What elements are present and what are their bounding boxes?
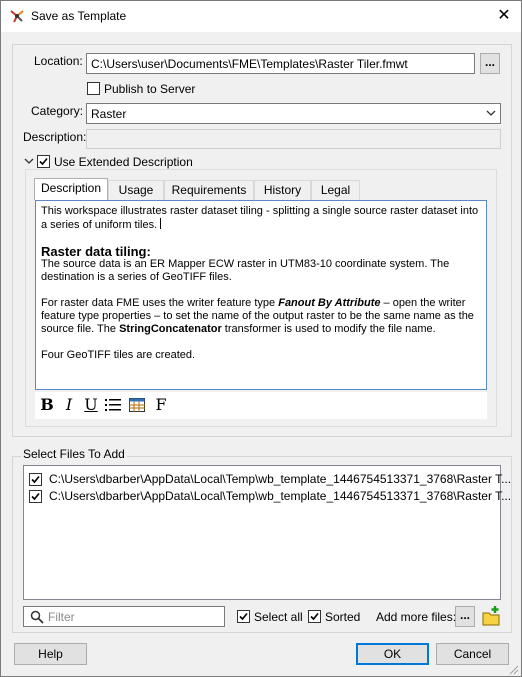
formatting-toolbar: B I U F [35,392,487,419]
close-icon[interactable]: ✕ [489,3,519,29]
checkmark-icon [31,475,40,484]
table-icon[interactable] [127,395,147,415]
use-extended-description-checkbox[interactable] [37,155,50,168]
ok-button-label: OK [383,647,402,661]
tab-usage[interactable]: Usage [108,180,164,200]
add-more-files-label: Add more files: [376,610,457,624]
description-paragraph-3: For raster data FME uses the writer feat… [41,297,481,336]
font-icon[interactable]: F [151,395,171,415]
description-heading: Raster data tiling: [41,244,151,259]
publish-to-server-checkbox[interactable] [87,82,100,95]
chevron-down-icon [486,110,496,116]
list-item[interactable]: C:\Users\dbarber\AppData\Local\Temp\wb_t… [27,471,511,489]
bullet-list-icon[interactable] [103,395,123,415]
cancel-button-label: Cancel [453,647,492,661]
help-button-label: Help [38,647,63,661]
description-label: Description: [23,130,87,144]
use-extended-description-label: Use Extended Description [54,155,193,169]
description-paragraph-1-text: This workspace illustrates raster datase… [41,205,479,231]
tab-usage-label: Usage [118,183,154,197]
select-files-label: Select Files To Add [21,447,127,461]
text-cursor [160,218,162,229]
tab-requirements[interactable]: Requirements [164,180,254,200]
resize-grip-icon[interactable] [507,663,519,675]
category-selected-value: Raster [91,107,127,121]
location-label: Location: [34,54,83,68]
tab-history[interactable]: History [254,180,311,200]
browse-location-button[interactable]: ... [480,53,500,74]
tab-legal[interactable]: Legal [311,180,360,200]
title-bar: Save as Template ✕ [1,1,521,32]
description-field[interactable] [86,129,501,149]
para3-part-e: transformer is used to modify the file n… [221,323,436,335]
checkmark-icon [31,492,40,501]
tab-legal-label: Legal [320,183,351,197]
file-path: C:\Users\dbarber\AppData\Local\Temp\wb_t… [49,489,512,503]
dialog-title: Save as Template [31,9,127,23]
checkmark-icon [39,157,48,166]
bold-icon[interactable]: B [37,395,57,415]
sorted-label: Sorted [325,610,361,624]
publish-to-server-label: Publish to Server [104,82,196,96]
checkmark-icon [310,612,319,621]
search-icon [30,610,44,624]
filter-input[interactable]: Filter [23,606,225,627]
checkmark-icon [239,612,248,621]
add-more-files-button[interactable]: ... [455,606,475,627]
file-checkbox[interactable] [29,490,42,503]
tab-history-label: History [263,183,302,197]
select-all-label: Select all [254,610,303,624]
tab-description[interactable]: Description [34,178,108,200]
location-field[interactable]: C:\Users\user\Documents\FME\Templates\Ra… [86,53,475,74]
description-paragraph-2: The source data is an ER Mapper ECW rast… [41,258,450,283]
file-list[interactable]: C:\Users\dbarber\AppData\Local\Temp\wb_t… [23,465,511,600]
add-more-files-button-label: ... [459,608,470,622]
category-label: Category: [31,104,84,118]
save-as-template-dialog: Save as Template ✕ Location: C:\Users\us… [0,0,522,677]
sorted-checkbox[interactable] [308,610,321,623]
fme-app-icon [10,10,24,23]
select-all-checkbox[interactable] [237,610,250,623]
browse-location-label: ... [484,55,495,69]
category-select[interactable]: Raster [86,103,501,124]
underline-icon[interactable]: U [81,395,101,415]
extended-description-editor[interactable]: This workspace illustrates raster datase… [35,200,487,390]
add-folder-icon[interactable] [481,605,501,627]
para3-part-a: For raster data FME uses the writer feat… [41,297,279,309]
description-paragraph-1: This workspace illustrates raster datase… [41,205,481,232]
cancel-button[interactable]: Cancel [436,643,509,665]
string-concatenator-text: StringConcatenator [119,323,222,335]
help-button[interactable]: Help [14,643,87,665]
fanout-by-attribute-text: Fanout By Attribute [278,297,381,309]
filter-placeholder: Filter [48,610,75,624]
description-paragraph-4: Four GeoTIFF tiles are created. [41,349,196,361]
list-item[interactable]: C:\Users\dbarber\AppData\Local\Temp\wb_t… [27,488,511,506]
collapse-chevron-icon[interactable] [24,158,34,165]
file-checkbox[interactable] [29,473,42,486]
file-path: C:\Users\dbarber\AppData\Local\Temp\wb_t… [49,472,512,486]
ok-button[interactable]: OK [356,643,429,665]
tab-description-label: Description [40,181,102,195]
tab-requirements-label: Requirements [171,183,247,197]
italic-icon[interactable]: I [59,395,79,415]
